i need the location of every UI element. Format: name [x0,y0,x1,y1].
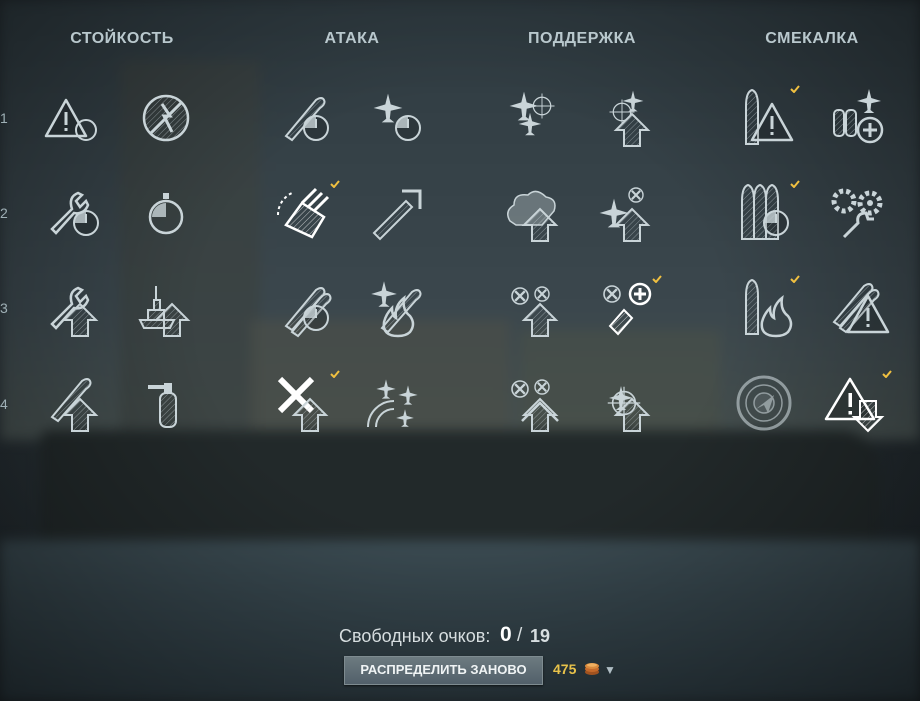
points-max: 19 [530,626,551,646]
column-title-endurance: СТОЙКОСТЬ [70,30,174,47]
arrow-down-icon[interactable]: ▼ [604,663,616,677]
doubloon-coin-icon [584,660,600,676]
shell-fire-icon[interactable] [732,276,796,340]
aa-double-upgrade-icon[interactable] [502,371,566,435]
ship-upgrade-icon[interactable] [134,276,198,340]
reset-skills-button[interactable]: РАСПРЕДЕЛИТЬ ЗАНОВО [344,656,543,685]
shells-timer-icon[interactable] [732,181,796,245]
row-number-1: 1 [0,110,8,126]
plane-timer-icon[interactable] [364,86,428,150]
column-title-versatility: СМЕКАЛКА [765,30,859,47]
column-title-attack: АТАКА [324,30,380,47]
points-current: 0 [500,623,512,646]
gears-wrench-icon[interactable] [824,181,888,245]
torpedo-warning-icon[interactable] [824,276,888,340]
stopwatch-icon[interactable] [134,181,198,245]
warning-down-icon[interactable] [824,371,888,435]
free-points-label: Свободных очков: [339,626,491,646]
crossed-guns-upgrade-icon[interactable] [272,371,336,435]
plane-fire-icon[interactable] [364,276,428,340]
bombs-plane-plus-icon[interactable] [824,86,888,150]
reset-price: 475 [553,661,577,677]
warning-timer-icon[interactable] [42,86,106,150]
crosshair-plane-icon[interactable] [594,371,658,435]
row-number-2: 2 [0,205,8,221]
torpedo-upgrade-icon[interactable] [42,371,106,435]
aa-target-upgrade-icon[interactable] [594,86,658,150]
planes-target-icon[interactable] [502,86,566,150]
row-number-4: 4 [0,396,8,412]
row-number-3: 3 [0,300,8,316]
aa-shells-upgrade-icon[interactable] [502,276,566,340]
shell-warning-icon[interactable] [732,86,796,150]
torpedo-timer-icon[interactable] [272,86,336,150]
fighter-upgrade-icon[interactable] [594,181,658,245]
wrench-upgrade-icon[interactable] [42,276,106,340]
planes-grid-icon[interactable] [364,371,428,435]
aa-plus-icon[interactable] [594,276,658,340]
extinguisher-icon[interactable] [134,371,198,435]
torpedo-reload-icon[interactable] [272,276,336,340]
turret-rotation-icon[interactable] [272,181,336,245]
radar-icon[interactable] [732,371,796,435]
wrench-timer-icon[interactable] [42,181,106,245]
smoke-upgrade-icon[interactable] [502,181,566,245]
no-fire-crossed-icon[interactable] [134,86,198,150]
column-title-support: ПОДДЕРЖКА [528,30,636,47]
shell-range-icon[interactable] [364,181,428,245]
points-separator: / [517,625,523,646]
